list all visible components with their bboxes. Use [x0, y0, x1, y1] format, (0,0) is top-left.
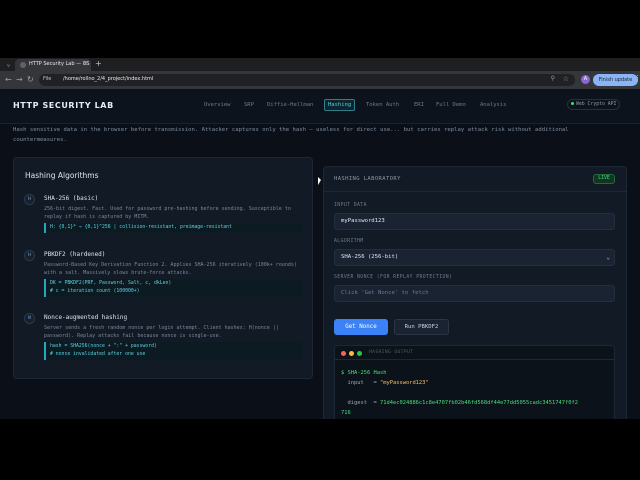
hashing-lab-panel: HASHING LABORATORY LIVE INPUT DATA myPas… [323, 166, 627, 419]
algorithm-select-value: SHA-256 (256-bit) [341, 254, 399, 260]
input-data-field[interactable]: myPassword123 [334, 213, 615, 230]
new-tab-icon[interactable]: + [95, 59, 102, 68]
algorithm-label: ALGORITHM [334, 239, 364, 244]
chevron-down-icon: ⌄ [606, 254, 610, 261]
output-digest-key: digest [347, 400, 367, 406]
nav-full-demo[interactable]: Full Demo [436, 99, 466, 111]
algorithm-description: Password-Based Key Derivation Function 2… [44, 262, 297, 276]
browser-tab[interactable]: HTTP Security Lab — CS × [15, 59, 91, 71]
algorithms-title: Hashing Algorithms [25, 171, 99, 180]
algorithm-formula: H: {0,1}* → {0,1}^256 | collision-resist… [44, 223, 302, 233]
back-icon[interactable]: ← [5, 75, 12, 85]
formula-line: H: {0,1}* → {0,1}^256 | collision-resist… [50, 225, 232, 230]
algorithm-formula: hash = SHA256(nonce + ":" + password) # … [44, 342, 302, 360]
window-close-dot-icon [341, 351, 346, 356]
output-digest-value: 71d4ec024886c1c8e4707fb02b46fd568df44e77… [379, 400, 578, 406]
favicon-icon [20, 62, 26, 68]
window-minimize-dot-icon [349, 351, 354, 356]
output-digest-line: digest = 71d4ec024886c1c8e4707fb02b46fd5… [341, 398, 611, 408]
finish-update-button[interactable]: Finish update [593, 74, 638, 86]
algorithm-badge: H [24, 194, 35, 205]
output-input-line: input = "myPassword123" [341, 378, 611, 388]
server-nonce-field[interactable]: Click 'Get Nonce' to fetch [334, 285, 615, 302]
terminal-body: $ SHA-256 Hash input = "myPassword123" d… [341, 368, 611, 418]
page-content: HTTP SECURITY LAB Overview SRP Diffie-He… [0, 89, 640, 419]
formula-comment: # c = iteration count (100000+) [50, 289, 140, 294]
screen-top-margin [0, 0, 640, 58]
output-digest-eq: = [373, 400, 377, 406]
live-badge: LIVE [593, 174, 615, 184]
formula-line: hash = SHA256(nonce + ":" + password) [50, 344, 157, 349]
webcrypto-label: Web Crypto API [576, 102, 617, 107]
nav-srp[interactable]: SRP [244, 99, 254, 111]
nav-hashing[interactable]: Hashing [324, 99, 356, 111]
run-pbkdf2-button[interactable]: Run PBKDF2 [394, 319, 449, 335]
intro-text: Hash sensitive data in the browser befor… [13, 127, 569, 143]
algorithm-description: Server sends a fresh random nonce per lo… [44, 325, 279, 339]
tab-title: HTTP Security Lab — CS [29, 61, 90, 67]
nav-eri[interactable]: ERI [414, 99, 424, 111]
reload-icon[interactable]: ↻ [27, 75, 34, 85]
algorithms-panel: Hashing Algorithms H SHA-256 (basic) 256… [13, 157, 313, 379]
output-input-key: input [347, 380, 364, 386]
forward-icon[interactable]: → [16, 75, 23, 85]
algorithm-badge: N [24, 313, 35, 324]
nav-diffie-hellman[interactable]: Diffie-Hellman [267, 99, 313, 111]
window-maximize-dot-icon [357, 351, 362, 356]
app-logo: HTTP SECURITY LAB [13, 101, 114, 110]
hashing-output-terminal: HASHING OUTPUT $ SHA-256 Hash input = "m… [334, 345, 615, 419]
output-title: HASHING OUTPUT [369, 350, 414, 355]
webcrypto-badge: Web Crypto API [567, 99, 621, 110]
algorithm-name: Nonce-augmented hashing [44, 314, 128, 321]
browser-tabstrip: ⌄ HTTP Security Lab — CS × + [0, 58, 640, 71]
profile-avatar[interactable]: A [581, 75, 590, 84]
mouse-cursor-icon [318, 177, 321, 185]
algorithm-description: 256-bit digest. Fast. Used for password … [44, 206, 291, 220]
algorithm-formula: DK = PBKDF2(PRF, Password, Salt, c, dkLe… [44, 279, 302, 297]
address-bar[interactable]: File /home/rollno_2/4_project/index.html… [39, 74, 575, 86]
file-chip: File [43, 76, 52, 82]
zoom-icon[interactable]: ⚲ [551, 75, 555, 82]
algorithm-name: SHA-256 (basic) [44, 195, 99, 202]
browser-toolbar: ← → ↻ File /home/rollno_2/4_project/inde… [0, 71, 640, 89]
algorithm-badge: H [24, 250, 35, 261]
algorithm-select[interactable]: SHA-256 (256-bit) ⌄ [334, 249, 615, 266]
nav-analysis[interactable]: Analysis [480, 99, 507, 111]
server-nonce-label: SERVER NONCE (FOR REPLAY PROTECTION) [334, 275, 453, 280]
status-dot-icon [571, 102, 574, 105]
output-spacer [341, 388, 611, 398]
terminal-header: HASHING OUTPUT [335, 346, 614, 360]
screen-bottom-margin [0, 419, 640, 480]
formula-comment: # nonce invalidated after one use [50, 352, 146, 357]
tab-search-icon[interactable]: ⌄ [4, 60, 13, 69]
bookmark-star-icon[interactable]: ☆ [563, 75, 569, 83]
algorithm-name: PBKDF2 (hardened) [44, 251, 106, 258]
lab-header: HASHING LABORATORY LIVE [324, 167, 626, 192]
url-text[interactable]: /home/rollno_2/4_project/index.html [63, 76, 153, 82]
nav-token-auth[interactable]: Token Auth [366, 99, 399, 111]
browser-menu-icon[interactable]: ⋮ [634, 74, 640, 82]
get-nonce-button[interactable]: Get Nonce [334, 319, 388, 335]
tab-close-icon[interactable]: × [83, 60, 88, 67]
output-input-eq: = [373, 380, 377, 386]
formula-line: DK = PBKDF2(PRF, Password, Salt, c, dkLe… [50, 281, 172, 286]
output-digest-continuation: 716 [341, 410, 351, 416]
input-data-label: INPUT DATA [334, 203, 367, 208]
output-heading: $ SHA-256 Hash [341, 370, 387, 376]
nav-overview[interactable]: Overview [204, 99, 231, 111]
lab-title: HASHING LABORATORY [334, 176, 401, 182]
output-input-value: "myPassword123" [379, 380, 429, 386]
